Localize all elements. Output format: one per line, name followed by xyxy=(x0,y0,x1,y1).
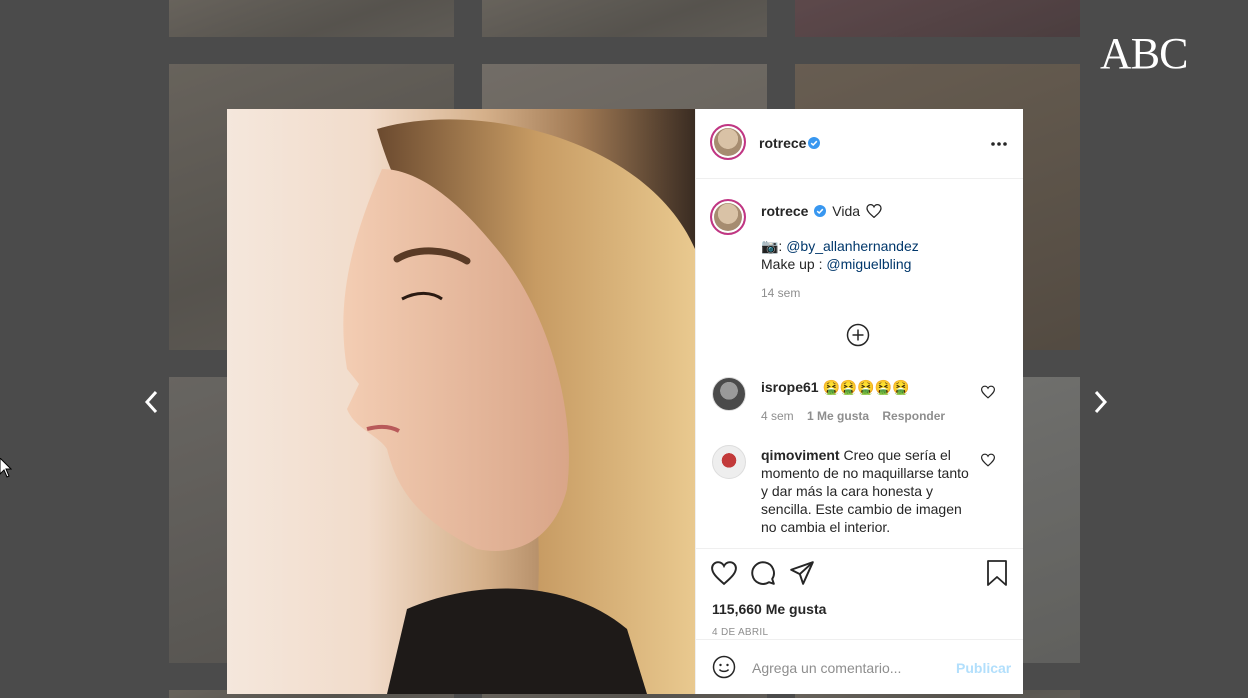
post-actions: 115,660 Me gusta 4 DE ABRIL xyxy=(696,548,1023,640)
post-modal: rotrece rotrece Vida 📷: @by_allanhernand… xyxy=(227,109,1023,694)
header-username[interactable]: rotrece xyxy=(759,135,806,151)
heart-icon[interactable] xyxy=(981,385,995,399)
caption-line2-prefix: Make up : xyxy=(761,256,827,272)
heart-outline-icon xyxy=(866,203,882,219)
caption-line-photo-credit: 📷: @by_allanhernandez xyxy=(761,237,1001,255)
post-photo[interactable] xyxy=(227,109,695,694)
verified-icon xyxy=(808,137,820,149)
comment-form: Publicar xyxy=(696,639,1023,695)
reply-button[interactable]: Responder xyxy=(882,409,945,423)
mouse-cursor-icon xyxy=(0,458,12,478)
avatar[interactable] xyxy=(712,445,746,479)
comment-time[interactable]: 4 sem xyxy=(761,409,794,423)
comment-username[interactable]: qimoviment xyxy=(761,447,840,463)
comment-input[interactable] xyxy=(750,657,954,679)
caption-word: Vida xyxy=(832,203,861,219)
post-date[interactable]: 4 DE ABRIL xyxy=(712,627,768,638)
bookmark-icon[interactable] xyxy=(984,560,1010,586)
avatar[interactable] xyxy=(710,199,746,235)
post-sidebar: rotrece rotrece Vida 📷: @by_allanhernand… xyxy=(695,109,1023,694)
chevron-right-icon[interactable] xyxy=(1088,384,1112,420)
likes-count[interactable]: 115,660 Me gusta xyxy=(712,601,826,617)
heart-icon[interactable] xyxy=(981,453,995,467)
comment-icon[interactable] xyxy=(750,560,776,586)
share-icon[interactable] xyxy=(789,560,815,586)
post-header: rotrece xyxy=(696,109,1023,179)
emoji-icon[interactable] xyxy=(712,655,736,679)
comment-meta: 4 sem 1 Me gusta Responder xyxy=(761,409,955,423)
heart-icon[interactable] xyxy=(711,560,737,586)
mention-link[interactable]: @by_allanhernandez xyxy=(786,238,919,254)
caption-username[interactable]: rotrece xyxy=(761,203,808,219)
comment-body: qimoviment Creo que sería el momento de … xyxy=(761,446,971,536)
mention-link[interactable]: @miguelbling xyxy=(826,256,911,272)
verified-icon xyxy=(814,205,827,217)
avatar[interactable] xyxy=(712,377,746,411)
caption-line1-prefix: 📷: xyxy=(761,238,787,254)
plus-circle-icon[interactable] xyxy=(846,323,870,347)
abc-logo: ABC xyxy=(1100,29,1188,78)
publish-button[interactable]: Publicar xyxy=(956,660,1011,676)
comment-text: 🤮🤮🤮🤮🤮 xyxy=(822,379,910,395)
avatar[interactable] xyxy=(710,124,746,160)
more-icon[interactable] xyxy=(990,141,1008,147)
comment-username[interactable]: isrope61 xyxy=(761,379,819,395)
comment-body: isrope61 🤮🤮🤮🤮🤮 xyxy=(761,378,981,396)
caption-line-title: rotrece Vida xyxy=(761,202,1001,220)
caption-line-makeup-credit: Make up : @miguelbling xyxy=(761,255,1001,273)
caption-time[interactable]: 14 sem xyxy=(761,286,800,300)
chevron-left-icon[interactable] xyxy=(140,384,164,420)
comment-likes[interactable]: 1 Me gusta xyxy=(807,409,869,423)
portrait-illustration xyxy=(343,119,695,694)
